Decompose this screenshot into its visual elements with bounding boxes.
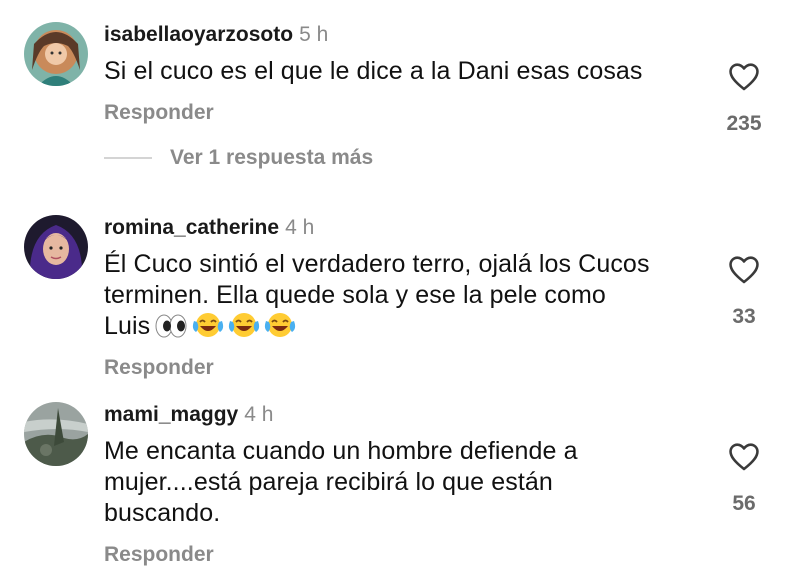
comment-text: Si el cuco es el que le dice a la Dani e… bbox=[104, 57, 643, 85]
like-control: 235 bbox=[724, 60, 764, 136]
view-replies-button[interactable]: Ver 1 respuesta más bbox=[104, 146, 373, 170]
eyes-emoji bbox=[154, 313, 188, 339]
comment-text-line: Me encanta cuando un hombre defiende a bbox=[104, 437, 578, 465]
reply-button[interactable]: Responder bbox=[104, 356, 704, 380]
timestamp: 4 h bbox=[244, 403, 274, 426]
heart-icon[interactable] bbox=[726, 253, 762, 287]
tears-of-joy-emoji bbox=[192, 311, 224, 339]
avatar[interactable] bbox=[24, 22, 88, 86]
reply-button[interactable]: Responder bbox=[104, 101, 704, 125]
like-count: 56 bbox=[732, 492, 756, 515]
comment-text-line: buscando. bbox=[104, 499, 221, 527]
comment-text-fragment: Luis bbox=[104, 312, 151, 340]
username[interactable]: isabellaoyarzosoto bbox=[104, 23, 293, 46]
comment-meta: isabellaoyarzosoto 5 h bbox=[104, 22, 704, 48]
like-count: 235 bbox=[726, 112, 762, 135]
replies-divider bbox=[104, 157, 152, 159]
username[interactable]: mami_maggy bbox=[104, 403, 238, 426]
view-replies-label: Ver 1 respuesta más bbox=[170, 146, 374, 169]
avatar[interactable] bbox=[24, 402, 88, 466]
comment-text-line: Luis bbox=[104, 311, 704, 342]
like-control: 33 bbox=[724, 253, 764, 329]
tears-of-joy-emoji bbox=[228, 311, 260, 339]
like-count: 33 bbox=[732, 305, 756, 328]
comment-text: Me encanta cuando un hombre defiende a m… bbox=[104, 436, 704, 529]
reply-button[interactable]: Responder bbox=[104, 543, 704, 567]
like-control: 56 bbox=[724, 440, 764, 516]
avatar[interactable] bbox=[24, 215, 88, 279]
tears-of-joy-emoji bbox=[264, 311, 296, 339]
username[interactable]: romina_catherine bbox=[104, 216, 279, 239]
comment-text-line: Él Cuco sintió el verdadero terro, ojalá… bbox=[104, 250, 650, 278]
timestamp: 5 h bbox=[299, 23, 329, 46]
comment-text-line: terminen. Ella quede sola y ese la pele … bbox=[104, 281, 606, 309]
heart-icon[interactable] bbox=[726, 60, 762, 94]
heart-icon[interactable] bbox=[726, 440, 762, 474]
comment-meta: mami_maggy 4 h bbox=[104, 402, 704, 428]
comment-text: Él Cuco sintió el verdadero terro, ojalá… bbox=[104, 249, 704, 342]
comment-meta: romina_catherine 4 h bbox=[104, 215, 704, 241]
timestamp: 4 h bbox=[285, 216, 315, 239]
comment-text-line: mujer....está pareja recibirá lo que est… bbox=[104, 468, 553, 496]
